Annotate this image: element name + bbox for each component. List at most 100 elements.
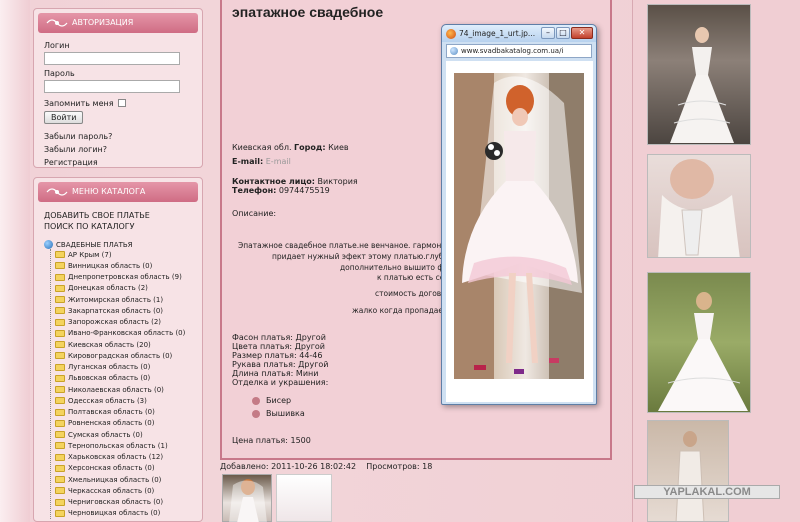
firefox-icon <box>446 28 456 39</box>
category-item[interactable]: Полтавская область (0) <box>55 407 192 418</box>
category-item[interactable]: Запорожская область (2) <box>55 317 192 328</box>
description-line: Эпатажное свадебное платье.не венчаное. … <box>238 241 465 250</box>
city-value: Киев <box>328 143 349 152</box>
dress-color: Цвета платья: Другой <box>232 342 325 351</box>
dress-length: Длина платья: Мини <box>232 369 319 378</box>
decoration-item: Бисер <box>252 396 291 405</box>
popup-content <box>446 61 593 402</box>
category-item[interactable]: Кировоградская область (0) <box>55 350 192 361</box>
bride-photo <box>454 73 584 379</box>
close-button[interactable]: ✕ <box>571 27 593 39</box>
folder-icon <box>55 296 65 304</box>
bride-image <box>454 73 584 379</box>
category-item[interactable]: Тернопольская область (1) <box>55 440 192 451</box>
category-item[interactable]: Луганская область (0) <box>55 362 192 373</box>
region-list: АР Крым (7) Винницкая область (0) Днепропе… <box>50 249 192 519</box>
phone-line: Телефон: 0974475519 <box>232 186 330 195</box>
ornament-icon <box>46 19 68 27</box>
description-line: дополнительно вышито фото <box>340 263 458 272</box>
ornament-icon <box>46 188 68 196</box>
catalog-header: МЕНЮ КАТАЛОГА <box>38 182 198 202</box>
category-item[interactable]: АР Крым (7) <box>55 249 192 260</box>
image-popup-window[interactable]: 74_image_1_urt.jp... – □ ✕ www.svadbakat… <box>441 24 597 405</box>
globe-icon <box>44 240 53 249</box>
register-link[interactable]: Регистрация <box>44 158 192 167</box>
category-item[interactable]: Ровненская область (0) <box>55 418 192 429</box>
category-item[interactable]: Житомирская область (1) <box>55 294 192 305</box>
category-item[interactable]: Донецкая область (2) <box>55 283 192 294</box>
dress-image <box>658 292 748 411</box>
password-input[interactable] <box>44 80 180 93</box>
category-item[interactable]: Сумская область (0) <box>55 429 192 440</box>
dress-photo[interactable] <box>647 4 751 145</box>
remember-checkbox[interactable] <box>117 98 126 107</box>
folder-icon <box>55 476 65 484</box>
thumbnail-photo[interactable] <box>276 474 332 522</box>
url-bar[interactable]: www.svadbakatalog.com.ua/i <box>446 44 592 58</box>
folder-icon <box>55 341 65 349</box>
forgot-login-link[interactable]: Забыли логин? <box>44 145 192 154</box>
folder-icon <box>55 464 65 472</box>
folder-icon <box>55 408 65 416</box>
login-button[interactable]: Войти <box>44 111 84 124</box>
dress-photo[interactable] <box>647 272 751 413</box>
category-label: Сумская область (0) <box>68 430 143 439</box>
city-label: Город: <box>294 143 326 152</box>
added-line: Добавлено: 2011-10-26 18:02:42 Просмотро… <box>220 462 432 471</box>
tree-root[interactable]: СВАДЕБНЫЕ ПЛАТЬЯ <box>44 240 192 249</box>
password-label: Пароль <box>44 69 75 78</box>
category-item[interactable]: Черниговская область (0) <box>55 497 192 508</box>
description-line: стоимость договор <box>375 289 451 298</box>
login-input[interactable] <box>44 52 180 65</box>
dress-size: Размер платья: 44-46 <box>232 351 323 360</box>
email-value[interactable]: E-mail <box>266 157 291 166</box>
folder-icon <box>55 509 65 517</box>
forgot-password-link[interactable]: Забыли пароль? <box>44 132 192 141</box>
description-line: жалко когда пропадает т <box>352 306 455 315</box>
thumbnail-photo[interactable] <box>222 474 272 522</box>
category-item[interactable]: Харьковская область (12) <box>55 452 192 463</box>
category-label: Луганская область (0) <box>68 363 151 372</box>
category-item[interactable]: Черкасская область (0) <box>55 485 192 496</box>
region-value: Киевская обл. <box>232 143 292 152</box>
folder-icon <box>55 386 65 394</box>
minimize-button[interactable]: – <box>541 27 555 39</box>
bride-thumbnail-image <box>229 479 267 522</box>
description-line: придает нужный эфект этому платью.глубок… <box>272 252 462 261</box>
category-item[interactable]: Ивано-Франковская область (0) <box>55 328 192 339</box>
dress-photo[interactable] <box>647 154 751 258</box>
decoration-label: Бисер <box>266 396 292 405</box>
category-item[interactable]: Херсонская область (0) <box>55 463 192 474</box>
category-label: Одесская область (3) <box>68 396 147 405</box>
category-item[interactable]: Киевская область (20) <box>55 339 192 350</box>
tree-root-label: СВАДЕБНЫЕ ПЛАТЬЯ <box>56 240 133 249</box>
watermark-logo: YAPLAKAL.COM <box>634 485 780 499</box>
category-item[interactable]: Хмельницкая область (0) <box>55 474 192 485</box>
dress-photo[interactable] <box>647 420 729 522</box>
category-label: АР Крым (7) <box>68 250 112 259</box>
category-item[interactable]: Закарпатская область (0) <box>55 305 192 316</box>
folder-icon <box>55 419 65 427</box>
maximize-button[interactable]: □ <box>556 27 570 39</box>
url-text: www.svadbakatalog.com.ua/i <box>461 47 564 55</box>
category-item[interactable]: Днепропетровская область (9) <box>55 272 192 283</box>
category-label: Харьковская область (12) <box>68 453 164 462</box>
category-item[interactable]: Одесская область (3) <box>55 395 192 406</box>
email-label: E-mail: <box>232 157 264 166</box>
catalog-box: МЕНЮ КАТАЛОГА ДОБАВИТЬ СВОЕ ПЛАТЬЕ ПОИСК… <box>33 177 203 522</box>
folder-icon <box>55 397 65 405</box>
category-item[interactable]: Черновицкая область (0) <box>55 508 192 519</box>
category-item[interactable]: Николаевская область (0) <box>55 384 192 395</box>
category-label: Ивано-Франковская область (0) <box>68 329 186 338</box>
dress-image <box>670 27 734 143</box>
decoration-label: Вышивка <box>266 409 305 418</box>
category-item[interactable]: Винницкая область (0) <box>55 260 192 271</box>
price: Цена платья: 1500 <box>232 436 311 445</box>
email-line: E-mail: E-mail <box>232 157 291 166</box>
category-item[interactable]: Львовская область (0) <box>55 373 192 384</box>
bullet-icon <box>252 396 260 405</box>
folder-icon <box>55 352 65 360</box>
category-label: Львовская область (0) <box>68 374 151 383</box>
add-dress-link[interactable]: ДОБАВИТЬ СВОЕ ПЛАТЬЕ <box>44 210 192 221</box>
search-catalog-link[interactable]: ПОИСК ПО КАТАЛОГУ <box>44 221 192 232</box>
